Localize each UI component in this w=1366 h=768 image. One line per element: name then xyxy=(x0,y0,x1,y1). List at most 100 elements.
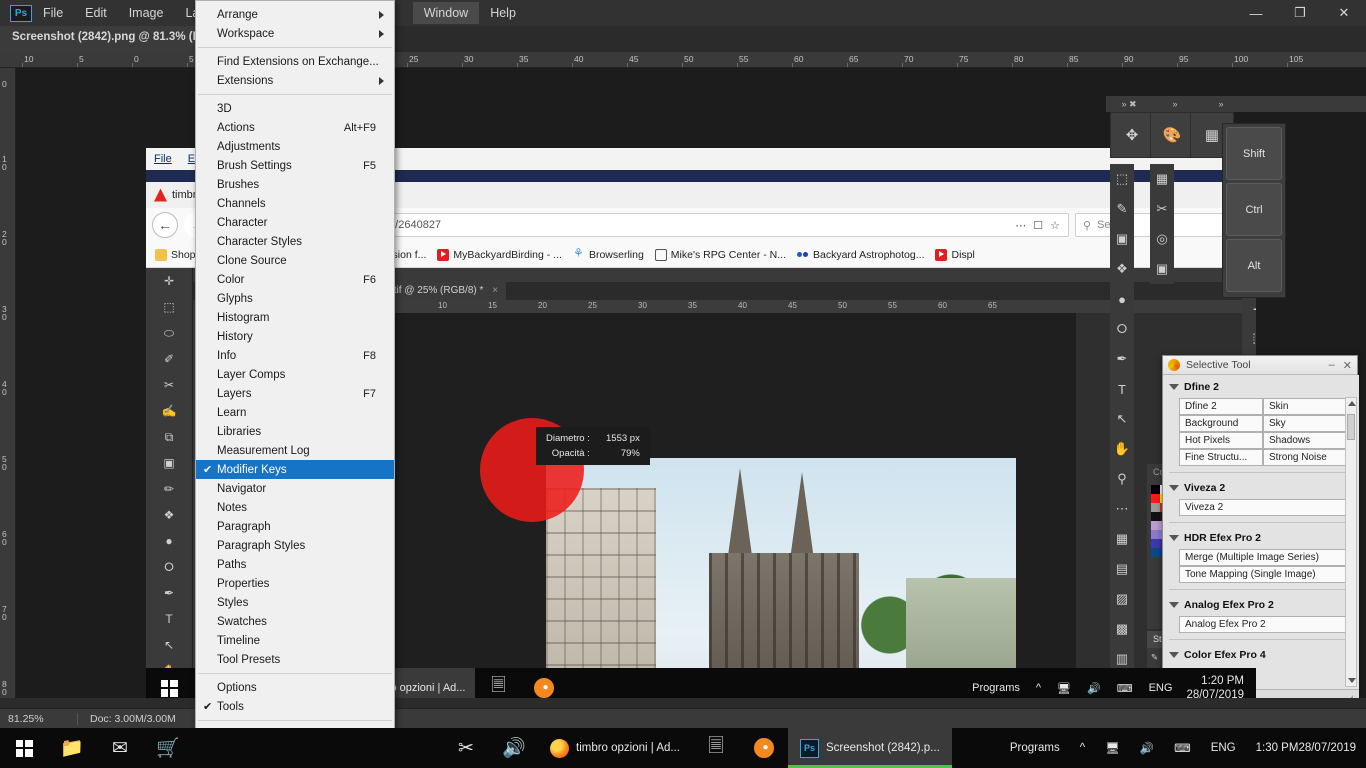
tool-icon[interactable]: T xyxy=(146,606,192,632)
tool-icon[interactable]: ⬚ xyxy=(1242,324,1256,352)
modifier-key-shift[interactable]: Shift xyxy=(1226,127,1282,180)
start-button[interactable] xyxy=(0,728,48,768)
bookmark-item[interactable]: Displ xyxy=(931,247,978,263)
menu-item-find-extensions-on-exchange[interactable]: Find Extensions on Exchange... xyxy=(196,52,394,71)
menu-item-actions[interactable]: Actions Alt+F9 xyxy=(196,118,394,137)
menu-item-modifier-keys[interactable]: ✔ Modifier Keys xyxy=(196,460,394,479)
nik-filter-button[interactable]: Strong Noise xyxy=(1263,449,1347,466)
mail-icon[interactable]: ✉ xyxy=(96,728,144,768)
menu-item-options[interactable]: Options xyxy=(196,678,394,697)
close-icon[interactable]: × xyxy=(486,285,498,296)
menu-item-timeline[interactable]: Timeline xyxy=(196,631,394,650)
swatch[interactable] xyxy=(1151,521,1161,530)
nik-section-header[interactable]: Analog Efex Pro 2 xyxy=(1169,596,1353,614)
inner-document-tab[interactable]: .tif @ 25% (RGB/8) * × xyxy=(383,282,507,300)
bookmark-item[interactable]: MyBackyardBirding - ... xyxy=(433,247,566,263)
menu-item-tools[interactable]: ✔ Tools xyxy=(196,697,394,716)
menu-item-character-styles[interactable]: Character Styles xyxy=(196,232,394,251)
programs-label[interactable]: Programs xyxy=(1000,728,1070,768)
menu-window[interactable]: Window xyxy=(412,2,480,24)
tool-column-left[interactable]: ⬚✎▣❖●⭘✒T↖✋⚲⋯▦▤▨▩▥▧ xyxy=(1110,164,1134,724)
menu-item-clone-source[interactable]: Clone Source xyxy=(196,251,394,270)
menu-item-paragraph[interactable]: Paragraph xyxy=(196,517,394,536)
menu-item-swatches[interactable]: Swatches xyxy=(196,612,394,631)
keyboard-icon[interactable]: ⌨ xyxy=(1164,728,1201,768)
contacts-icon[interactable]: 🗏 xyxy=(692,728,740,768)
nik-filter-button[interactable]: Sky xyxy=(1263,415,1347,432)
tool-icon[interactable]: ● xyxy=(146,528,192,554)
menu-item-history[interactable]: History xyxy=(196,327,394,346)
menu-item-libraries[interactable]: Libraries xyxy=(196,422,394,441)
menu-item-workspace[interactable]: Workspace xyxy=(196,24,394,43)
inner-keyboard-icon[interactable]: ⌨ xyxy=(1109,682,1141,695)
volume-icon[interactable]: 🔊 xyxy=(1130,728,1164,768)
chevron-down-icon[interactable] xyxy=(1169,535,1179,541)
tool-icon[interactable]: ✐ xyxy=(146,346,192,372)
scroll-down-icon[interactable] xyxy=(1348,678,1356,683)
menu-item-notes[interactable]: Notes xyxy=(196,498,394,517)
menu-image[interactable]: Image xyxy=(118,2,175,24)
tool-icon[interactable]: ✒ xyxy=(146,580,192,606)
store-icon[interactable]: 🛒 xyxy=(144,728,192,768)
inner-volume-icon[interactable]: 🔊 xyxy=(1079,682,1109,695)
dock-expand-icon[interactable]: » xyxy=(1198,96,1244,112)
taskbar-task-firefox[interactable]: timbro opzioni | Ad... xyxy=(538,728,692,768)
menu-item-paragraph-styles[interactable]: Paragraph Styles xyxy=(196,536,394,555)
tool-icon[interactable]: ▦ xyxy=(1150,164,1174,194)
chevron-down-icon[interactable] xyxy=(1169,384,1179,390)
tool-icon[interactable]: T xyxy=(1110,374,1134,404)
menu-item-character[interactable]: Character xyxy=(196,213,394,232)
nik-filter-button[interactable]: Skin xyxy=(1263,398,1347,415)
swatch[interactable] xyxy=(1151,494,1161,503)
tool-icon[interactable]: ↖ xyxy=(146,632,192,658)
chevron-down-icon[interactable] xyxy=(1169,485,1179,491)
menu-item-layer-comps[interactable]: Layer Comps xyxy=(196,365,394,384)
modifier-key-ctrl[interactable]: Ctrl xyxy=(1226,183,1282,236)
nik-filter-button[interactable]: Tone Mapping (Single Image) xyxy=(1179,566,1347,583)
inner-network-icon[interactable]: 🖥 xyxy=(1049,682,1079,695)
sound-recorder-icon[interactable]: 🔊 xyxy=(490,728,538,768)
reader-view-icon[interactable]: ☐ xyxy=(1033,219,1043,232)
tool-icon[interactable]: ✂ xyxy=(146,372,192,398)
menu-item-paths[interactable]: Paths xyxy=(196,555,394,574)
language-label[interactable]: ENG xyxy=(1201,728,1246,768)
tool-icon[interactable]: ⬚ xyxy=(1110,164,1134,194)
tool-icon[interactable]: ⬭ xyxy=(146,320,192,346)
minimize-button[interactable]: — xyxy=(1234,0,1278,26)
menu-edit[interactable]: Edit xyxy=(74,2,118,24)
nik-filter-button[interactable]: Hot Pixels xyxy=(1179,432,1263,449)
tool-icon[interactable]: ⚲ xyxy=(1110,464,1134,494)
bookmark-item[interactable]: Mike's RPG Center - N... xyxy=(651,247,790,263)
document-tab[interactable]: Screenshot (2842).png @ 81.3% (Lay xyxy=(0,26,225,52)
bookmark-item[interactable]: Browserling xyxy=(569,246,648,263)
nik-filter-button[interactable]: Dfine 2 xyxy=(1179,398,1263,415)
scroll-up-icon[interactable] xyxy=(1348,401,1356,406)
menu-item-histogram[interactable]: Histogram xyxy=(196,308,394,327)
tool-icon[interactable]: ✍ xyxy=(146,398,192,424)
nik-section-header[interactable]: Dfine 2 xyxy=(1169,378,1353,396)
tool-icon[interactable]: ▣ xyxy=(146,450,192,476)
modifier-key-alt[interactable]: Alt xyxy=(1226,239,1282,292)
tool-icon[interactable]: ✛ xyxy=(146,268,192,294)
inner-tray-chevron-icon[interactable]: ^ xyxy=(1028,682,1049,694)
menu-item-arrange[interactable]: Arrange xyxy=(196,5,394,24)
nik-section-header[interactable]: HDR Efex Pro 2 xyxy=(1169,529,1353,547)
menu-item-info[interactable]: Info F8 xyxy=(196,346,394,365)
nik-filter-button[interactable]: Fine Structu... xyxy=(1179,449,1263,466)
tool-column-right[interactable]: ▦ ✂ ◎ ▣ xyxy=(1150,164,1174,284)
menu-item-color[interactable]: Color F6 xyxy=(196,270,394,289)
tool-icon[interactable]: ▨ xyxy=(1110,584,1134,614)
scroll-thumb[interactable] xyxy=(1347,414,1355,440)
menu-item-brushes[interactable]: Brushes xyxy=(196,175,394,194)
menu-item-tool-presets[interactable]: Tool Presets xyxy=(196,650,394,669)
menu-help[interactable]: Help xyxy=(479,2,527,24)
window-menu-dropdown[interactable]: Arrange Workspace Find Extensions on Excha… xyxy=(195,0,395,758)
network-icon[interactable]: 🖥 xyxy=(1095,728,1130,768)
scissors-icon[interactable]: ✂ xyxy=(442,728,490,768)
dock-expand-icon[interactable]: » xyxy=(1152,96,1198,112)
file-explorer-icon[interactable]: 📁 xyxy=(48,728,96,768)
tool-icon[interactable]: ◎ xyxy=(1150,224,1174,254)
menu-file[interactable]: File xyxy=(32,2,74,24)
menu-item-brush-settings[interactable]: Brush Settings F5 xyxy=(196,156,394,175)
tool-icon[interactable]: ▦ xyxy=(1110,524,1134,554)
